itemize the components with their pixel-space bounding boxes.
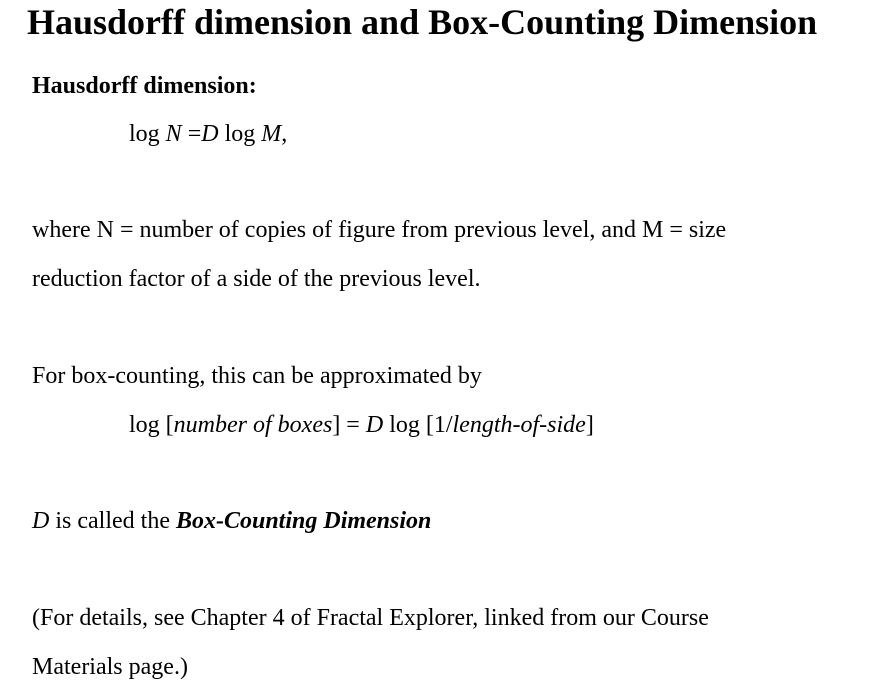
formula-var-m: M <box>261 121 282 147</box>
note-line-1: (For details, see Chapter 4 of Fractal E… <box>32 605 709 631</box>
definition-text: is called the <box>49 508 176 534</box>
note-line-2: Materials page.) <box>32 654 188 680</box>
definition-term: Box-Counting Dimension <box>175 508 432 534</box>
hausdorff-formula: log N =D log M, <box>129 110 287 159</box>
formula-comma: , <box>281 121 288 147</box>
box-formula-log-2: log [1/ <box>383 412 453 438</box>
definition-var-d: D <box>32 508 50 534</box>
explanation-line-2: reduction factor of a side of the previo… <box>32 266 481 292</box>
formula-log-1: log <box>129 121 166 147</box>
box-counting-formula: log [number of boxes] = D log [1/length-… <box>129 401 594 450</box>
explanation-line-1: where N = number of copies of figure fro… <box>32 217 727 243</box>
box-counting-definition: D is called the Box-Counting Dimension <box>32 497 431 546</box>
box-formula-side: length-of-side <box>452 412 586 438</box>
box-counting-intro: For box-counting, this can be approximat… <box>32 363 482 389</box>
box-formula-end: ] <box>585 412 594 438</box>
box-formula-log-1: log [ <box>129 412 174 438</box>
box-formula-var-d: D <box>365 412 384 438</box>
box-formula-mid: ] = <box>332 412 366 438</box>
formula-log-2: log <box>218 121 262 147</box>
formula-equals: = <box>181 121 202 147</box>
hausdorff-heading: Hausdorff dimension: <box>32 73 257 99</box>
slide-title: Hausdorff dimension and Box-Counting Dim… <box>27 2 818 42</box>
formula-var-d: D <box>201 121 219 147</box>
box-formula-boxes: number of boxes <box>173 412 333 438</box>
formula-var-n: N <box>165 121 182 147</box>
